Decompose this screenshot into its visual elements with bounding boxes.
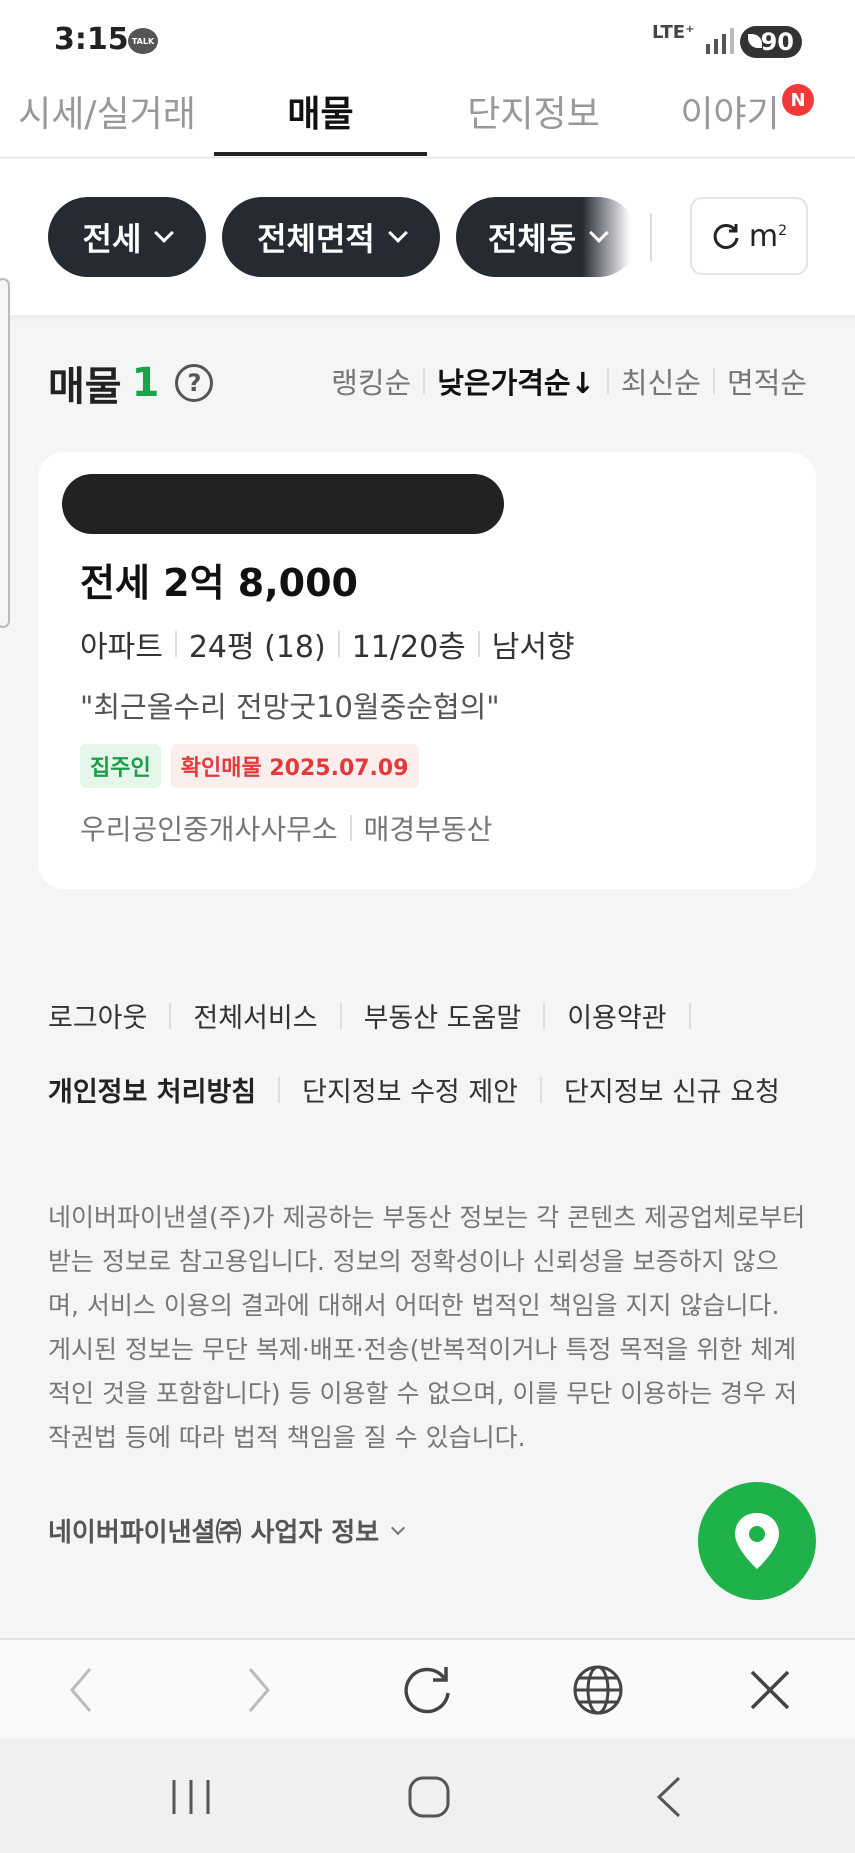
back-arrow-icon bbox=[656, 1776, 681, 1818]
footer-links-row2: 개인정보 처리방침 단지정보 수정 제안 단지정보 신규 요청 bbox=[48, 1070, 828, 1109]
chevron-down-icon bbox=[387, 223, 408, 243]
chevron-down-icon bbox=[154, 223, 175, 243]
back-arrow-icon bbox=[70, 1668, 92, 1712]
divider bbox=[712, 368, 715, 394]
sort-low-price[interactable]: 낮은가격순↓ bbox=[437, 360, 595, 402]
legal-disclaimer: 네이버파이낸셜(주)가 제공하는 부동산 정보는 각 콘텐츠 제공업체로부터 받… bbox=[48, 1203, 806, 1452]
sort-area[interactable]: 면적순 bbox=[727, 360, 807, 402]
divider bbox=[174, 631, 177, 657]
business-info-label: 네이버파이낸셜㈜ 사업자 정보 bbox=[48, 1518, 380, 1548]
tab-stories[interactable]: 이야기 bbox=[660, 90, 800, 146]
language-button[interactable] bbox=[566, 1658, 630, 1722]
listing-count: 1 bbox=[131, 360, 160, 406]
filter-building-label: 전체동 bbox=[487, 220, 577, 258]
main-tabs: 시세/실거래 매물 단지정보 이야기 bbox=[0, 78, 855, 158]
forward-button[interactable] bbox=[226, 1658, 290, 1722]
tab-price-history[interactable]: 시세/실거래 bbox=[0, 90, 214, 146]
chevron-down-icon bbox=[391, 1520, 406, 1535]
filter-trade-type[interactable]: 전세 bbox=[48, 197, 206, 277]
divider bbox=[688, 1002, 691, 1029]
home-icon bbox=[408, 1776, 450, 1818]
refresh-icon bbox=[713, 223, 739, 249]
property-floor: 11/20층 bbox=[351, 630, 466, 665]
filter-area-label: 전체면적 bbox=[257, 220, 375, 258]
footer-logout-link[interactable]: 로그아웃 bbox=[48, 996, 147, 1035]
property-direction: 남서향 bbox=[491, 630, 575, 665]
listing-price: 전세 2억 8,000 bbox=[80, 561, 358, 605]
status-bar: 3:15 TALK LTE⁺ 90 bbox=[0, 0, 855, 78]
divider bbox=[339, 1002, 342, 1029]
battery-level: 90 bbox=[760, 28, 794, 56]
footer-terms-link[interactable]: 이용약관 bbox=[567, 996, 666, 1035]
filter-trade-type-label: 전세 bbox=[82, 220, 142, 258]
recent-apps-button[interactable] bbox=[156, 1762, 226, 1832]
home-button[interactable] bbox=[394, 1762, 464, 1832]
active-tab-indicator bbox=[214, 152, 427, 156]
footer-all-services-link[interactable]: 전체서비스 bbox=[193, 996, 317, 1035]
close-icon bbox=[750, 1670, 790, 1710]
sort-latest[interactable]: 최신순 bbox=[621, 360, 701, 402]
footer-help-link[interactable]: 부동산 도움말 bbox=[364, 996, 522, 1035]
close-button[interactable] bbox=[738, 1658, 802, 1722]
divider bbox=[650, 213, 652, 261]
property-type: 아파트 bbox=[80, 630, 163, 665]
globe-icon bbox=[573, 1665, 623, 1715]
battery-indicator: 90 bbox=[740, 26, 802, 58]
footer-privacy-link[interactable]: 개인정보 처리방침 bbox=[48, 1070, 256, 1109]
recent-apps-icon bbox=[172, 1780, 210, 1814]
signal-icon bbox=[706, 28, 734, 54]
browser-toolbar bbox=[0, 1638, 855, 1738]
footer-new-complex-link[interactable]: 단지정보 신규 요청 bbox=[564, 1070, 780, 1109]
sort-ranking[interactable]: 랭킹순 bbox=[331, 360, 411, 402]
divider bbox=[543, 1002, 546, 1029]
reload-button[interactable] bbox=[395, 1658, 459, 1722]
divider bbox=[349, 815, 352, 841]
filter-area[interactable]: 전체면적 bbox=[222, 197, 440, 277]
talk-icon: TALK bbox=[128, 28, 158, 54]
system-back-button[interactable] bbox=[634, 1762, 704, 1832]
side-drawer-handle[interactable] bbox=[0, 278, 10, 628]
divider bbox=[278, 1076, 281, 1103]
status-time: 3:15 bbox=[54, 22, 129, 57]
forward-arrow-icon bbox=[248, 1668, 270, 1712]
sort-options: 랭킹순 낮은가격순↓ 최신순 면적순 bbox=[331, 360, 807, 402]
footer-suggest-edit-link[interactable]: 단지정보 수정 제안 bbox=[302, 1070, 518, 1109]
refresh-icon bbox=[404, 1667, 450, 1714]
listing-card[interactable]: 전세 2억 8,000 아파트 24평 (18) 11/20층 남서향 "최근올… bbox=[38, 452, 816, 889]
system-nav-bar bbox=[0, 1738, 855, 1853]
listing-description: "최근올수리 전망굿10월중순협의" bbox=[80, 690, 500, 724]
listing-agents: 우리공인중개사사무소 매경부동산 bbox=[80, 808, 492, 848]
listing-tags: 집주인 확인매물 2025.07.09 bbox=[80, 744, 419, 788]
map-button[interactable] bbox=[698, 1482, 816, 1600]
filter-bar: 전세 전체면적 전체동 m2 bbox=[0, 159, 855, 315]
listing-specs: 아파트 24평 (18) 11/20층 남서향 bbox=[80, 622, 575, 666]
new-badge: N bbox=[782, 84, 814, 116]
divider bbox=[169, 1002, 172, 1029]
unit-toggle-button[interactable]: m2 bbox=[690, 197, 808, 275]
divider bbox=[540, 1076, 543, 1103]
listing-title: 매물 bbox=[48, 364, 122, 410]
divider bbox=[606, 368, 609, 394]
footer-links-row1: 로그아웃 전체서비스 부동산 도움말 이용약관 bbox=[48, 996, 828, 1035]
scroll-fade bbox=[582, 197, 642, 277]
map-pin-icon bbox=[735, 1513, 779, 1569]
agent-name: 우리공인중개사사무소 bbox=[80, 813, 338, 846]
divider bbox=[477, 631, 480, 657]
network-indicator: LTE⁺ bbox=[652, 22, 695, 43]
listing-header: 매물 1 ? bbox=[48, 354, 214, 412]
provider-name: 매경부동산 bbox=[363, 813, 493, 846]
owner-tag: 집주인 bbox=[80, 744, 161, 788]
tab-listings[interactable]: 매물 bbox=[214, 90, 427, 146]
help-icon[interactable]: ? bbox=[175, 364, 214, 402]
divider bbox=[423, 368, 426, 394]
divider bbox=[337, 631, 340, 657]
property-size: 24평 (18) bbox=[188, 630, 326, 665]
business-info-toggle[interactable]: 네이버파이낸셜㈜ 사업자 정보 bbox=[48, 1512, 406, 1549]
tab-complex-info[interactable]: 단지정보 bbox=[427, 90, 640, 146]
back-button[interactable] bbox=[50, 1658, 114, 1722]
redacted-title bbox=[62, 474, 504, 534]
verified-tag: 확인매물 2025.07.09 bbox=[170, 744, 419, 788]
unit-label: m2 bbox=[748, 218, 788, 254]
